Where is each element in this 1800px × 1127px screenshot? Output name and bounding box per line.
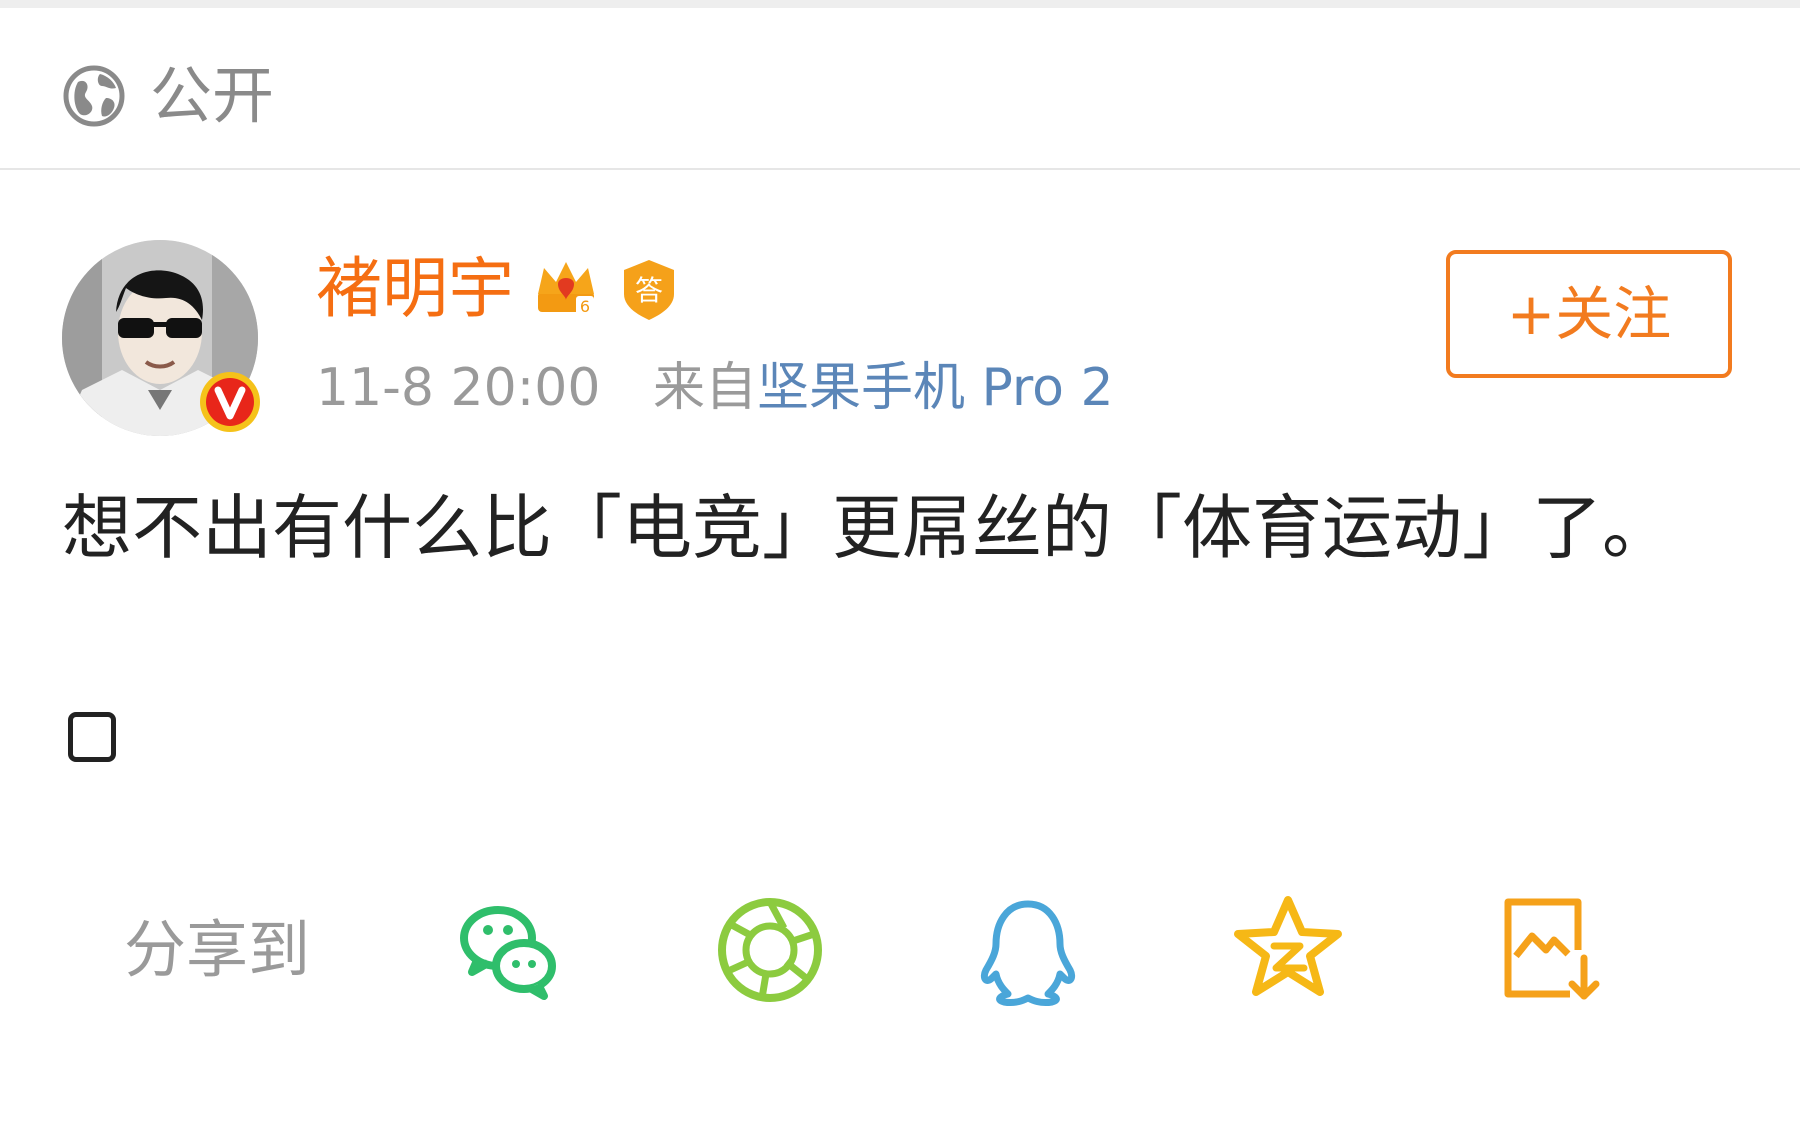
globe-icon — [63, 65, 125, 127]
missing-glyph-icon — [68, 712, 116, 762]
source-prefix: 来自 — [652, 358, 757, 418]
qq-icon[interactable] — [968, 890, 1088, 1010]
crown-level-icon: 6 — [538, 262, 594, 316]
top-divider — [0, 0, 1800, 8]
answer-badge-icon: 答 — [624, 260, 674, 320]
qzone-icon[interactable] — [1228, 890, 1348, 1010]
visibility-row[interactable]: 公开 — [0, 8, 1800, 170]
author-avatar[interactable] — [62, 240, 260, 436]
post-time: 11-8 20:00 — [316, 358, 601, 418]
moments-icon[interactable] — [710, 890, 830, 1010]
follow-button[interactable]: +关注 — [1446, 250, 1732, 378]
source-device-link[interactable]: 坚果手机 Pro 2 — [757, 358, 1114, 418]
svg-text:6: 6 — [580, 297, 590, 316]
verified-v-badge-icon — [200, 372, 260, 432]
wechat-icon[interactable] — [450, 890, 570, 1010]
share-label: 分享到 — [124, 913, 311, 986]
visibility-label: 公开 — [150, 59, 275, 132]
save-image-icon[interactable] — [1492, 890, 1612, 1010]
post-meta: 11-8 20:00 来自坚果手机 Pro 2 — [316, 352, 1114, 424]
svg-text:答: 答 — [635, 274, 663, 307]
author-name[interactable]: 褚明宇 — [316, 248, 514, 330]
post-body-text: 想不出有什么比「电竞」更屌丝的「体育运动」了。 — [62, 487, 1672, 569]
